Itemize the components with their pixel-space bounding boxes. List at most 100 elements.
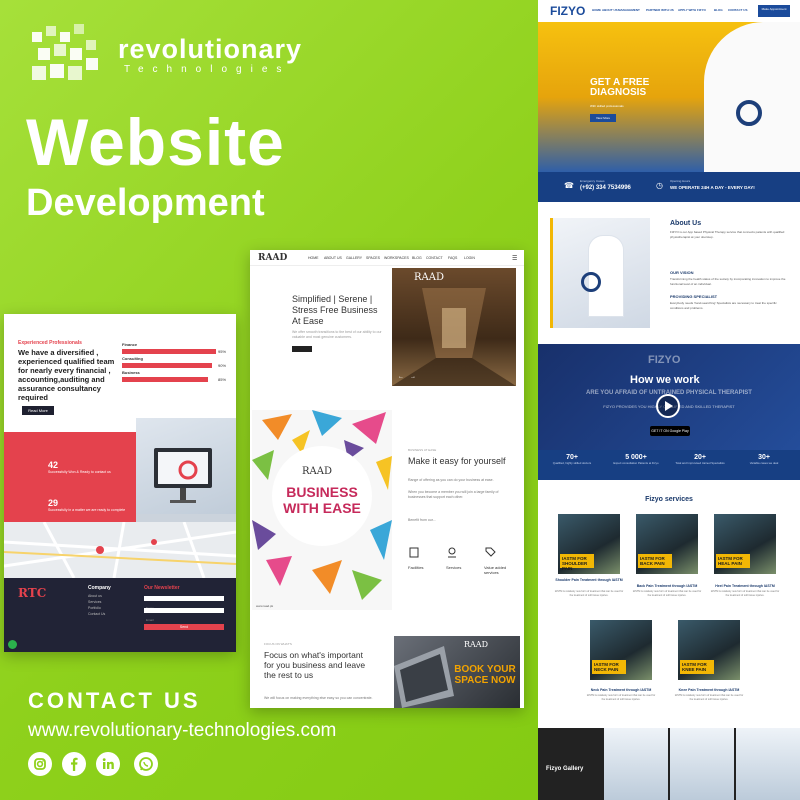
next-arrow-icon[interactable]: → — [410, 374, 416, 380]
footer-link[interactable]: About us — [88, 594, 102, 598]
progress-bar-consulting — [122, 363, 212, 368]
nav-item[interactable]: ABOUT US — [324, 256, 342, 260]
about-text: FIZYO is our App based Physical Therapy … — [670, 230, 785, 239]
stat-number: 20+ — [694, 454, 706, 461]
stethoscope-icon — [736, 100, 762, 126]
brand-name: revolutionary — [118, 34, 303, 64]
website-url[interactable]: www.revolutionary-technologies.com — [28, 720, 336, 742]
raad-logo: RAAD — [258, 253, 288, 263]
whatsapp-icon[interactable] — [8, 640, 17, 649]
instagram-icon[interactable] — [28, 752, 52, 776]
book-logo: RAAD — [464, 640, 488, 649]
mockup-revolutionary-site: Experienced Professionals We have a dive… — [4, 314, 236, 652]
read-more-button[interactable]: Read More — [22, 406, 54, 415]
newsletter-name-field[interactable]: Name — [144, 596, 224, 610]
footer-link[interactable]: Portfolio — [88, 606, 101, 610]
stat-number: 30+ — [758, 454, 770, 461]
nav-item[interactable]: MANAGEMENT — [618, 8, 640, 12]
nav-item[interactable]: BLOG — [714, 8, 723, 12]
hero-text: We offer smooth transitions to the best … — [292, 330, 382, 339]
bar-pct-finance: 95% — [218, 349, 227, 354]
stat-number: 70+ — [566, 454, 578, 461]
contact-title: CONTACT US — [28, 688, 201, 713]
stat-text: Successfully in a matter we are ready to… — [48, 508, 126, 512]
how-we-work-video[interactable]: FIZYO How we work ARE YOU AFRAID OF UNTR… — [538, 344, 800, 450]
service-card[interactable]: IASTM FOR BACK PAIN — [636, 514, 698, 574]
service-card[interactable]: IASTM FOR SHOULDER PAIN — [558, 514, 620, 574]
bottom-heading: Focus on what's important for you busine… — [264, 650, 366, 680]
nav-item[interactable]: WORKSPACES — [384, 256, 409, 260]
site-nav: RAAD HOME ABOUT US GALLERY SPACES WORKSP… — [250, 250, 524, 266]
nav-item[interactable]: CONTACT — [426, 256, 443, 260]
whatsapp-icon[interactable] — [134, 752, 158, 776]
nav-item[interactable]: LOGIN — [464, 256, 475, 260]
stat-text: Expert consultation Patients at Fizyo — [613, 461, 659, 465]
play-icon[interactable] — [656, 394, 680, 418]
book-title: BOOK YOUR SPACE NOW — [454, 664, 516, 686]
nav-item[interactable]: PARTNER WITH US — [646, 8, 674, 12]
bar-pct-consulting: 90% — [218, 363, 227, 368]
play-triangle-icon — [665, 401, 673, 411]
footer-link[interactable]: Services — [88, 600, 101, 604]
gallery-image[interactable] — [604, 728, 668, 800]
service-tag: IASTM FOR HEAL PAIN — [716, 554, 750, 568]
gallery-image[interactable] — [670, 728, 734, 800]
hero-interior-photo: RAAD ← → — [392, 268, 516, 386]
corridor-icon — [392, 288, 516, 386]
service-title: Knee Pain Treatment through IASTM — [678, 688, 740, 692]
tag-icon — [485, 547, 496, 557]
prev-arrow-icon[interactable]: ← — [398, 374, 404, 380]
newsletter-send-button[interactable]: Send — [144, 624, 224, 630]
hero-heading: Simplified | Serene | Stress Free Busine… — [292, 294, 378, 326]
stat-number: 5 000+ — [625, 454, 647, 461]
make-appointment-button[interactable]: Make Appointment — [758, 5, 790, 17]
service-tag: IASTM FOR BACK PAIN — [638, 554, 672, 568]
book-space-banner[interactable]: RAAD BOOK YOUR SPACE NOW — [394, 636, 520, 708]
service-title: Neck Pain Treatment through IASTM — [590, 688, 652, 692]
nav-item[interactable]: ABOUT US — [602, 8, 618, 12]
google-play-badge[interactable]: GET IT ON Google Play — [650, 426, 690, 436]
gallery-image[interactable] — [736, 728, 800, 800]
service-desc: IASTM is relatively new form of treatmen… — [554, 590, 624, 597]
business-poster: RAAD BUSINESS WITH EASE www.raad.pk — [252, 410, 392, 610]
nav-item[interactable]: CONTACT US — [728, 8, 747, 12]
nav-item[interactable]: GALLERY — [346, 256, 362, 260]
section-text: Benefit from our... — [408, 518, 436, 522]
hero-button[interactable] — [292, 346, 312, 352]
service-desc: IASTM is relatively new form of treatmen… — [674, 694, 744, 701]
service-tag: IASTM FOR KNEE PAIN — [680, 660, 714, 674]
facebook-icon[interactable] — [62, 752, 86, 776]
service-card[interactable]: IASTM FOR KNEE PAIN — [678, 620, 740, 680]
service-card[interactable]: IASTM FOR NECK PAIN — [590, 620, 652, 680]
poster-title: BUSINESS WITH EASE — [283, 484, 361, 516]
bottom-kicker: FOCUS ON WHAT'S — [264, 642, 292, 646]
linkedin-icon[interactable] — [96, 752, 120, 776]
progress-bar-finance — [122, 349, 216, 354]
nav-item[interactable]: FAQS — [448, 256, 457, 260]
location-map[interactable] — [4, 521, 236, 579]
doctor-image — [704, 22, 800, 172]
vision-text: Transforming the health status of the so… — [670, 277, 786, 286]
nav-item[interactable]: APPLY WITH FIZYO — [678, 8, 706, 12]
nav-item[interactable]: BLOG — [412, 256, 422, 260]
service-desc: IASTM is relatively new form of treatmen… — [632, 590, 702, 597]
section-kicker: BUSINESS AT EASE — [408, 448, 437, 452]
nav-item[interactable]: HOME — [308, 256, 319, 260]
bar-pct-business: 85% — [218, 377, 227, 382]
nav-item[interactable]: SPACES — [366, 256, 380, 260]
opening-hours: WE OPERATE 24H A DAY - EVERY DAY! — [670, 185, 755, 190]
menu-icon[interactable]: ☰ — [512, 255, 517, 262]
video-heading: How we work — [630, 374, 700, 386]
poster-footer: www.raad.pk — [256, 604, 274, 608]
section-heading: Make it easy for yourself — [408, 456, 506, 466]
service-card[interactable]: IASTM FOR HEAL PAIN — [714, 514, 776, 574]
progress-bar-business — [122, 377, 208, 382]
view-more-button[interactable]: View More — [590, 114, 616, 122]
newsletter-email-field[interactable]: Email — [144, 608, 224, 622]
feature-label: Services — [446, 565, 462, 570]
section-text: When you become a member you will join a… — [408, 490, 499, 499]
nav-item[interactable]: HOME — [592, 8, 601, 12]
emergency-label: Emergency Cases — [580, 179, 605, 183]
bottom-text: We will focus on making everything else … — [264, 696, 373, 700]
footer-link[interactable]: Contact Us — [88, 612, 105, 616]
